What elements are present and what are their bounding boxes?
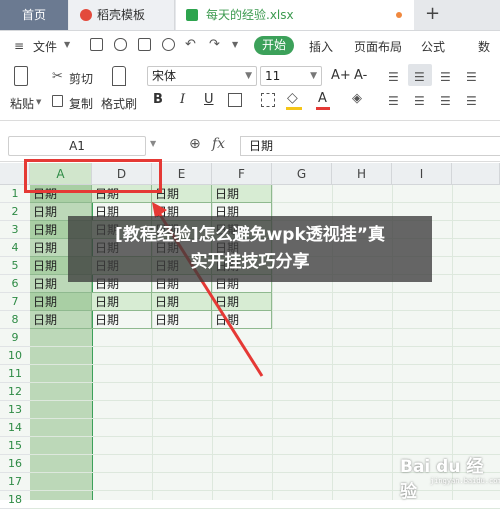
watermark-url: jingyan.baidu.com bbox=[430, 477, 500, 485]
caption-line-2: 实开挂技巧分享 bbox=[190, 252, 310, 272]
caption-line-1: [教程经验]怎么避免wpk透视挂”真 bbox=[115, 225, 385, 245]
caption-text: [教程经验]怎么避免wpk透视挂”真 实开挂技巧分享 bbox=[68, 222, 432, 276]
